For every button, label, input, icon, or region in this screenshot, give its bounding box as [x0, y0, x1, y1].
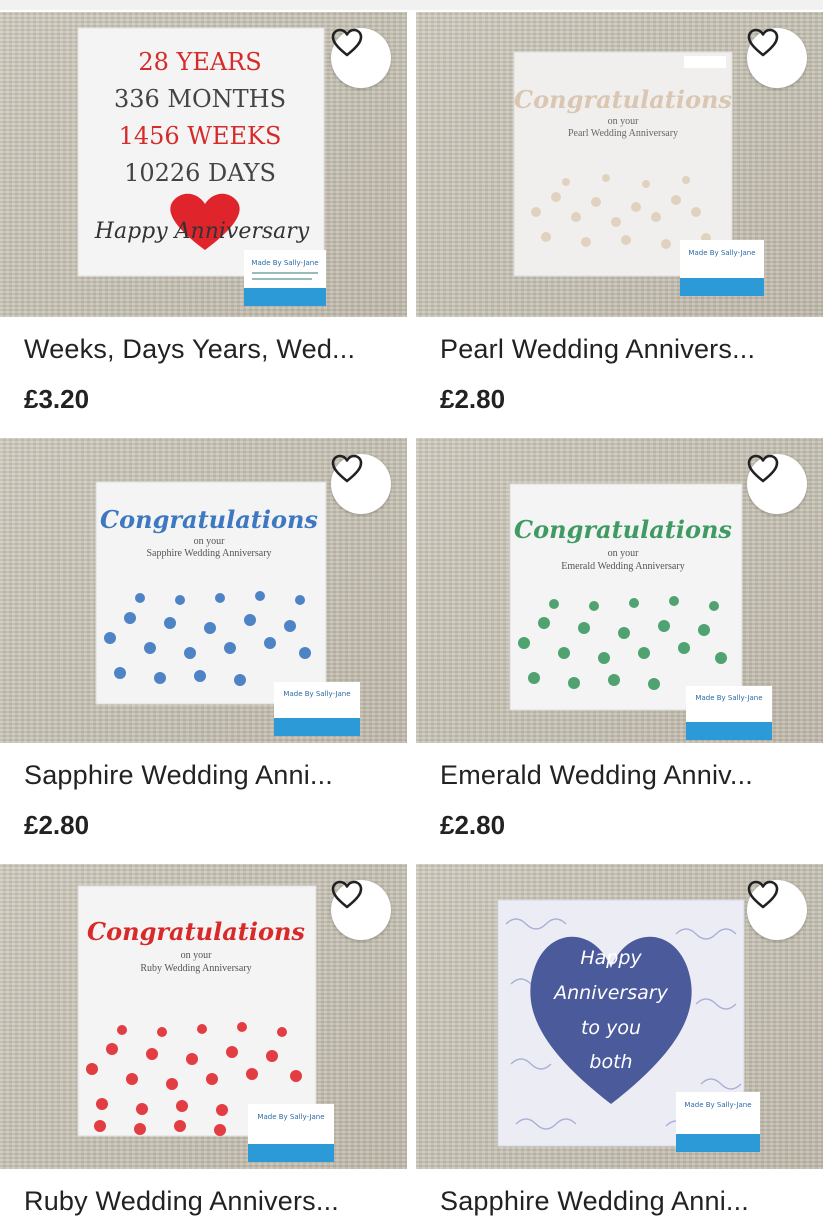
- card-line: 28 YEARS: [138, 48, 261, 76]
- card-line: 1456 WEEKS: [119, 122, 282, 150]
- listing-title[interactable]: Ruby Wedding Annivers...: [24, 1186, 396, 1217]
- listing-card[interactable]: Congratulations on your Sapphire Wedding…: [0, 438, 407, 863]
- listing-price: £2.80: [440, 810, 506, 840]
- heart-outline-icon: [747, 28, 779, 57]
- card-heading: Congratulations: [100, 505, 318, 534]
- listing-photo[interactable]: Congratulations on your Sapphire Wedding…: [0, 438, 407, 743]
- card-heart-text: both: [589, 1051, 632, 1073]
- card-line: 336 MONTHS: [114, 85, 286, 113]
- favorite-button[interactable]: [747, 454, 807, 514]
- favorite-button[interactable]: [331, 28, 391, 88]
- top-scroll-edge: [0, 0, 823, 10]
- listing-price: £2.80: [24, 810, 90, 840]
- card-line: 10226 DAYS: [124, 159, 276, 187]
- listing-price: £3.20: [24, 384, 90, 414]
- listing-photo[interactable]: Congratulations on your Pearl Wedding An…: [416, 12, 823, 317]
- card-heart-text: Happy: [580, 947, 642, 969]
- card-heart-text: to you: [581, 1017, 641, 1039]
- listing-photo[interactable]: 28 YEARS 336 MONTHS 1456 WEEKS 10226 DAY…: [0, 12, 407, 317]
- listing-title[interactable]: Sapphire Wedding Anni...: [24, 760, 396, 791]
- heart-outline-icon: [331, 454, 363, 483]
- maker-tag-text: Made By Sally-Jane: [688, 249, 755, 257]
- favorite-button[interactable]: [747, 880, 807, 940]
- listing-photo[interactable]: Happy Anniversary to you both Made By Sa…: [416, 864, 823, 1169]
- card-heading: Congratulations: [87, 917, 305, 946]
- card-subtext: Ruby Wedding Anniversary: [140, 963, 251, 974]
- card-heart-text: Anniversary: [552, 982, 668, 1004]
- card-subtext: on your: [608, 548, 640, 559]
- favorite-button[interactable]: [331, 454, 391, 514]
- listing-card[interactable]: Congratulations on your Emerald Wedding …: [416, 438, 823, 863]
- listing-card[interactable]: Congratulations on your Ruby Wedding Ann…: [0, 864, 407, 1216]
- card-heading: Congratulations: [514, 515, 732, 544]
- card-subtext: on your: [608, 116, 640, 127]
- listing-title[interactable]: Emerald Wedding Anniv...: [440, 760, 812, 791]
- listing-photo[interactable]: Congratulations on your Emerald Wedding …: [416, 438, 823, 743]
- card-subtext: Emerald Wedding Anniversary: [561, 561, 684, 572]
- maker-tag-text: Made By Sally-Jane: [251, 259, 318, 267]
- heart-outline-icon: [747, 454, 779, 483]
- listing-title[interactable]: Sapphire Wedding Anni...: [440, 1186, 812, 1217]
- heart-outline-icon: [747, 880, 779, 909]
- listing-card[interactable]: 28 YEARS 336 MONTHS 1456 WEEKS 10226 DAY…: [0, 12, 407, 437]
- maker-tag-text: Made By Sally-Jane: [684, 1101, 751, 1109]
- listing-title[interactable]: Pearl Wedding Annivers...: [440, 334, 812, 365]
- listing-photo[interactable]: Congratulations on your Ruby Wedding Ann…: [0, 864, 407, 1169]
- favorite-button[interactable]: [747, 28, 807, 88]
- card-subtext: Sapphire Wedding Anniversary: [146, 548, 271, 559]
- maker-tag-text: Made By Sally-Jane: [257, 1113, 324, 1121]
- card-subtext: on your: [194, 536, 226, 547]
- listing-title[interactable]: Weeks, Days Years, Wed...: [24, 334, 396, 365]
- card-subtext: on your: [181, 950, 213, 961]
- card-script: Happy Anniversary: [94, 219, 310, 244]
- maker-tag-text: Made By Sally-Jane: [695, 694, 762, 702]
- favorite-button[interactable]: [331, 880, 391, 940]
- listing-card[interactable]: Congratulations on your Pearl Wedding An…: [416, 12, 823, 437]
- maker-tag-text: Made By Sally-Jane: [283, 690, 350, 698]
- card-subtext: Pearl Wedding Anniversary: [568, 128, 678, 139]
- listing-price: £2.80: [440, 384, 506, 414]
- heart-outline-icon: [331, 880, 363, 909]
- listing-card[interactable]: Happy Anniversary to you both Made By Sa…: [416, 864, 823, 1216]
- card-heading: Congratulations: [514, 85, 732, 114]
- heart-outline-icon: [331, 28, 363, 57]
